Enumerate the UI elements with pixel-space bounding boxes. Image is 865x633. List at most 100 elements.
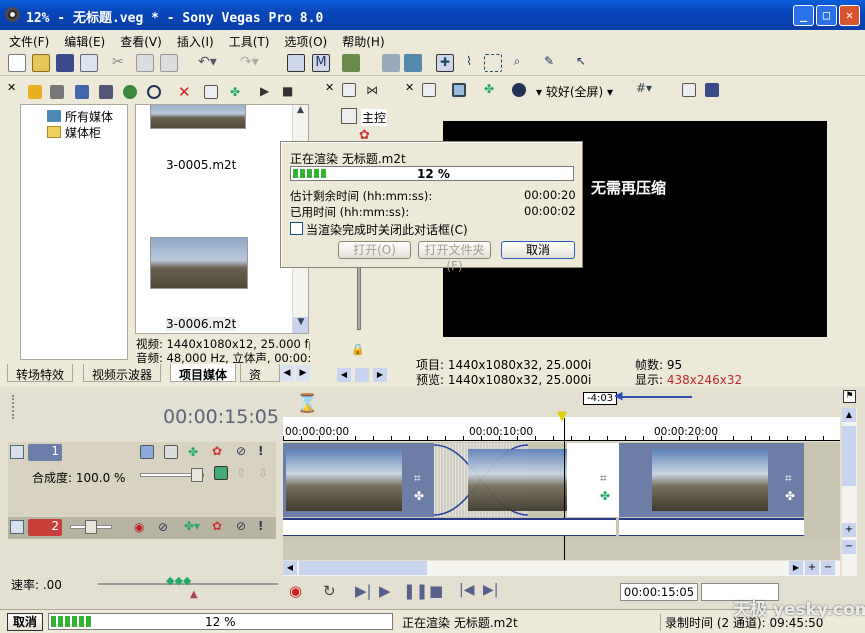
copy-icon[interactable] — [136, 54, 154, 72]
external-monitor-icon[interactable] — [452, 83, 466, 97]
add-icon[interactable] — [123, 85, 137, 99]
volume-slider[interactable] — [70, 520, 112, 534]
zoom-in-icon[interactable]: + — [842, 523, 856, 537]
menu-edit[interactable]: 编辑(E) — [55, 30, 111, 50]
zoom-out-icon[interactable]: − — [842, 540, 856, 554]
preview-properties-icon[interactable] — [422, 83, 436, 97]
track-expand-icon[interactable] — [10, 520, 24, 534]
solo-icon[interactable]: ! — [258, 444, 272, 458]
parent-icon[interactable] — [164, 445, 178, 459]
delete-icon[interactable]: ✕ — [178, 83, 192, 101]
selection-tool-icon[interactable] — [484, 54, 502, 72]
split-screen-icon[interactable] — [512, 83, 526, 97]
composite-level-slider[interactable] — [140, 468, 204, 482]
maximize-button[interactable]: □ — [816, 5, 837, 26]
menu-file[interactable]: 文件(F) — [0, 30, 55, 50]
playhead-marker-icon[interactable]: ▼ — [557, 409, 567, 424]
move-down-icon[interactable]: ⇩ — [258, 466, 272, 480]
close-button[interactable]: ✕ — [839, 5, 860, 26]
record-arm-icon[interactable]: ◉ — [134, 520, 148, 534]
track-expand-icon[interactable] — [10, 445, 24, 459]
snap-icon[interactable] — [287, 54, 305, 72]
cancel-render-button[interactable]: 取消 — [501, 241, 575, 259]
zoom-tool-icon[interactable]: ⌕ — [508, 54, 526, 72]
tab-video-scopes[interactable]: 视频示波器 — [83, 364, 162, 382]
save-snapshot-icon[interactable] — [705, 83, 719, 97]
generate-media-icon[interactable] — [214, 466, 228, 480]
play-from-start-button[interactable]: ▶| — [355, 582, 372, 600]
open-button[interactable]: 打开(O) — [338, 241, 411, 259]
transition-region[interactable]: ⌗ ✤ — [567, 443, 619, 517]
pause-button[interactable]: ❚❚ — [403, 582, 428, 600]
tab-project-media[interactable]: 项目媒体 — [170, 364, 237, 382]
audio-clip[interactable] — [619, 518, 804, 536]
get-media-icon[interactable] — [99, 85, 113, 99]
mixer-close-icon[interactable]: ✕ — [325, 81, 334, 94]
clip-fx-icon[interactable]: ✤ — [600, 489, 610, 503]
go-to-end-button[interactable]: ▶| — [483, 582, 498, 598]
crop-icon[interactable]: ⌗ — [414, 471, 421, 486]
search-icon[interactable] — [147, 85, 161, 99]
open-folder-button[interactable]: 打开文件夹(F) — [418, 241, 491, 273]
menu-options[interactable]: 选项(O) — [275, 30, 333, 50]
video-clip[interactable]: ⌗ ✤ — [619, 443, 804, 517]
play-button[interactable]: ▶ — [379, 582, 391, 600]
mute-icon[interactable]: ⊘ — [236, 444, 250, 458]
record-button[interactable]: ◉ — [289, 582, 302, 600]
video-clip[interactable]: ⌗ ✤ — [283, 443, 434, 517]
capture-icon[interactable] — [50, 85, 64, 99]
stop-button[interactable]: ■ — [429, 582, 443, 600]
menu-view[interactable]: 查看(V) — [111, 30, 168, 50]
tree-item-media-bins[interactable]: 媒体柜 — [47, 124, 101, 141]
marker-flag-icon[interactable]: ⚑ — [843, 390, 856, 403]
clip-fx-icon[interactable]: ✤ — [414, 489, 424, 503]
timeline-timecode[interactable]: 00:00:15:05 — [163, 406, 279, 428]
transport-timecode[interactable]: 00:00:15:05 — [620, 583, 698, 601]
go-to-start-button[interactable]: |◀ — [459, 582, 474, 598]
ignore-grouping-icon[interactable] — [382, 54, 400, 72]
media-thumbnail[interactable] — [150, 105, 246, 129]
crop-icon[interactable]: ⌗ — [600, 471, 607, 486]
overlays-icon[interactable]: #▾ — [636, 81, 652, 95]
close-when-done-checkbox[interactable] — [290, 222, 303, 235]
play-icon[interactable]: ▶ — [260, 84, 274, 98]
quality-dropdown[interactable]: ▾ 较好(全屏) ▾ — [536, 83, 613, 100]
copy-snapshot-icon[interactable] — [682, 83, 696, 97]
minimize-button[interactable]: _ — [793, 5, 814, 26]
tab-scroll-right-icon[interactable]: ▶ — [296, 365, 310, 381]
stop-icon[interactable]: ■ — [282, 84, 296, 98]
menu-insert[interactable]: 插入(I) — [168, 30, 220, 50]
mixer-properties-icon[interactable] — [342, 83, 356, 97]
media-thumbnail[interactable] — [150, 237, 248, 289]
help-pointer-icon[interactable]: ↖ — [572, 54, 590, 72]
mute-icon[interactable]: ⊘ — [236, 519, 250, 533]
rate-slider-thumb[interactable]: ◆◆◆ — [166, 574, 191, 587]
import-icon[interactable] — [75, 85, 89, 99]
rate-slider[interactable]: ◆◆◆ ▲ — [98, 574, 278, 600]
tab-explorer[interactable]: 资源 — [240, 364, 280, 382]
media-filename[interactable]: 3-0006.m2t — [166, 317, 237, 331]
lock-icon[interactable]: 🔒 — [351, 343, 365, 356]
tab-transitions[interactable]: 转场特效 — [7, 364, 74, 382]
save-icon[interactable] — [56, 54, 74, 72]
track-motion-icon[interactable]: ✤ — [188, 445, 202, 459]
timeline-vscroll[interactable]: ▲ + − — [842, 408, 857, 576]
properties-icon[interactable] — [80, 54, 98, 72]
normal-edit-tool-icon[interactable]: ✚ — [436, 54, 454, 72]
invert-phase-icon[interactable]: ⊘ — [158, 520, 172, 534]
preview-fx-icon[interactable]: ✤ — [484, 82, 498, 96]
move-up-icon[interactable]: ⇧ — [236, 466, 250, 480]
cut-icon[interactable]: ✂ — [112, 54, 130, 72]
lock-envelopes-icon[interactable] — [342, 54, 360, 72]
mixer-bus-icon[interactable]: ⋈ — [366, 83, 380, 97]
timeline-hscroll[interactable]: ◀ ▶ + − — [283, 561, 840, 576]
track-fx-icon[interactable]: ✿ — [212, 444, 226, 458]
tab-scroll-left-icon[interactable]: ◀ — [280, 365, 294, 381]
audio-clip[interactable] — [283, 518, 616, 536]
effects-icon[interactable]: ✤ — [228, 85, 242, 99]
menu-help[interactable]: 帮助(H) — [333, 30, 390, 50]
solo-icon[interactable]: ! — [258, 519, 272, 533]
tree-item-all-media[interactable]: 所有媒体 — [47, 108, 113, 125]
clip-fx-icon[interactable]: ✤ — [785, 489, 795, 503]
status-cancel-button[interactable]: 取消 — [7, 613, 43, 631]
